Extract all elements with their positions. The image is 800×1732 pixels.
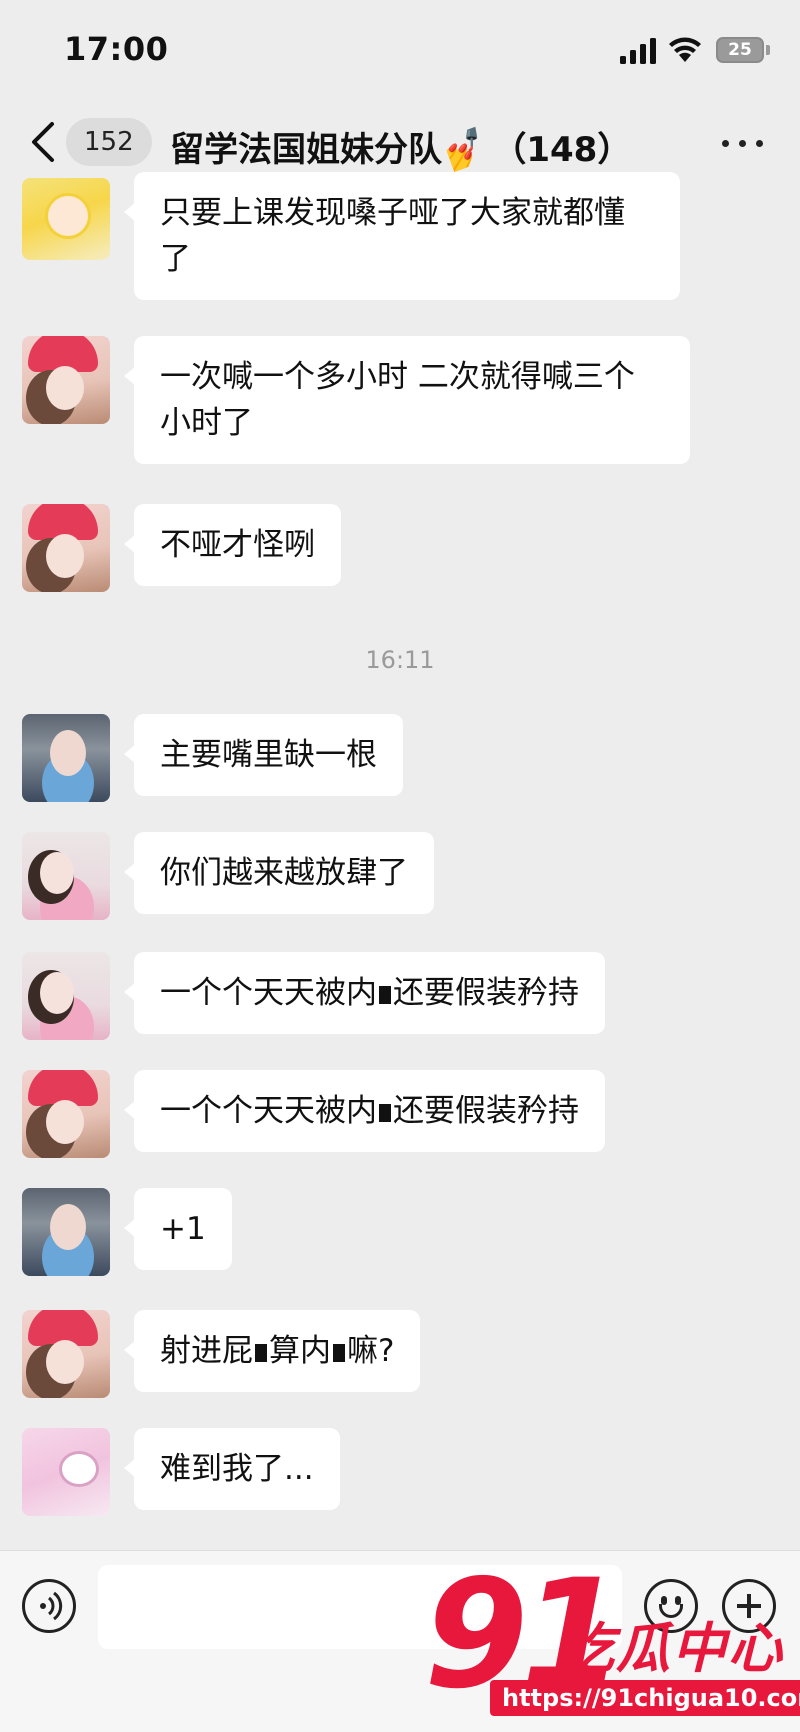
voice-icon[interactable] [22,1579,76,1633]
avatar-yellow-anime[interactable] [22,178,110,260]
status-time: 17:00 [64,30,169,68]
status-bar: 17:00 25 [0,0,800,100]
avatar-girl-pink-sweater[interactable] [22,952,110,1040]
back-chevron-icon[interactable] [24,120,64,164]
nail-polish-emoji: 💅 [438,123,492,177]
message-text: 你们越来越放肆了 [160,855,408,891]
avatar-girl-pink-sweater[interactable] [22,832,110,920]
unread-count-badge[interactable]: 152 [66,118,152,166]
message-bubble[interactable]: 一次喊一个多小时 二次就得喊三个小时了 [124,336,690,464]
battery-level: 25 [728,40,752,60]
censor-mark [379,1103,391,1122]
message-text: 难到我了... [160,1451,314,1487]
message-text-part: 还要假装矜持 [393,975,579,1011]
message-bubble[interactable]: 你们越来越放肆了 [124,832,434,914]
message-text: 一次喊一个多小时 二次就得喊三个小时了 [160,359,635,441]
censor-mark [333,1343,345,1362]
message-text-part: 一个个天天被内 [160,975,377,1011]
message-bubble[interactable]: +1 [124,1188,232,1270]
message-text: 不哑才怪咧 [160,527,315,563]
avatar-red-beanie-girl[interactable] [22,504,110,592]
message-bubble[interactable]: 主要嘴里缺一根 [124,714,403,796]
avatar-red-beanie-girl[interactable] [22,1310,110,1398]
censor-mark [379,985,391,1004]
avatar-girl-in-car[interactable] [22,714,110,802]
message-bubble[interactable]: 一个个天天被内 还要假装矜持 [124,952,605,1034]
plus-icon[interactable] [722,1579,776,1633]
message-bubble[interactable]: 一个个天天被内 还要假装矜持 [124,1070,605,1152]
message-input[interactable] [98,1565,622,1649]
message-text: +1 [160,1211,206,1247]
more-icon[interactable] [718,122,768,162]
message-text-part: 一个个天天被内 [160,1093,377,1129]
avatar-girl-in-car[interactable] [22,1188,110,1276]
input-bar [0,1550,800,1732]
emoji-icon[interactable] [644,1579,698,1633]
message-text-part: 还要假装矜持 [393,1093,579,1129]
avatar-pink-anime[interactable] [22,1428,110,1516]
wifi-icon [669,37,701,62]
censor-mark [255,1343,267,1362]
group-name: 留学法国姐妹分队 [170,130,442,170]
chat-screen: 17:00 25 152 留学法国姐妹分队💅（148） 只要上课发现嗓子哑了大家… [0,0,800,1732]
message-bubble[interactable]: 不哑才怪咧 [124,504,341,586]
member-count: （148） [492,130,632,170]
message-text: 主要嘴里缺一根 [160,737,377,773]
message-text-part: 算内 [269,1333,331,1369]
message-bubble[interactable]: 只要上课发现嗓子哑了大家就都懂了 [124,172,680,300]
avatar-red-beanie-girl[interactable] [22,336,110,424]
avatar-red-beanie-girl[interactable] [22,1070,110,1158]
message-text: 只要上课发现嗓子哑了大家就都懂了 [160,195,625,277]
signal-icon [620,38,656,64]
message-bubble[interactable]: 难到我了... [124,1428,340,1510]
chat-title[interactable]: 留学法国姐妹分队💅（148） [170,122,632,176]
message-text-part: 嘛? [347,1333,395,1369]
message-text-part: 射进屁 [160,1333,253,1369]
time-divider: 16:11 [365,646,435,674]
battery-tip [766,45,770,55]
battery-icon: 25 [716,37,764,63]
message-bubble[interactable]: 射进屁 算内 嘛? [123,1310,421,1392]
